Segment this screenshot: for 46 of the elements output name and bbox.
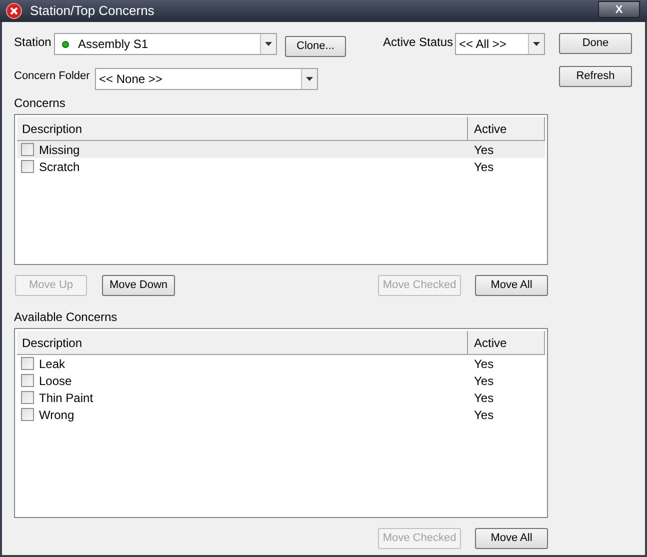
dropdown-field[interactable]: Assembly S1: [54, 33, 277, 55]
row-description: Missing: [39, 142, 81, 158]
row-description: Loose: [39, 372, 73, 390]
list-row[interactable]: Missing Yes: [17, 141, 545, 158]
row-active: Yes: [473, 356, 495, 372]
dropdown-field[interactable]: << None >>: [95, 68, 318, 90]
error-icon: [6, 3, 22, 19]
action-button[interactable]: Move All: [475, 528, 548, 549]
column-header[interactable]: Description: [17, 331, 468, 354]
dropdown-arrow-button[interactable]: [260, 34, 276, 54]
row-active: Yes: [473, 372, 495, 390]
checkbox[interactable]: [21, 357, 34, 370]
row-active: Yes: [473, 390, 495, 406]
action-button[interactable]: Refresh: [559, 66, 632, 87]
checkbox[interactable]: [21, 391, 34, 404]
field-label: Active Status: [383, 34, 454, 51]
checkbox[interactable]: [21, 408, 34, 421]
section-label: Available Concerns: [14, 310, 118, 325]
row-description: Scratch: [39, 158, 81, 176]
column-header[interactable]: Active: [468, 117, 545, 140]
column-header[interactable]: Active: [468, 331, 545, 354]
row-description: Wrong: [39, 406, 76, 424]
row-description: Thin Paint: [39, 390, 94, 406]
dropdown-arrow-button[interactable]: [301, 69, 317, 89]
row-active: Yes: [473, 142, 495, 158]
action-button[interactable]: Clone...: [285, 36, 346, 57]
dropdown-field[interactable]: << All >>: [455, 33, 545, 55]
action-button[interactable]: Done: [559, 33, 632, 54]
checkbox[interactable]: [21, 374, 34, 387]
field-label: Concern Folder: [14, 69, 91, 84]
close-button[interactable]: X: [598, 0, 640, 18]
window-title: Station/Top Concerns: [30, 2, 154, 20]
caret-down-icon: [265, 42, 272, 46]
action-button[interactable]: Move All: [475, 275, 548, 296]
action-button[interactable]: Move Down: [102, 275, 175, 296]
checkbox[interactable]: [21, 143, 34, 156]
checkbox[interactable]: [21, 160, 34, 173]
column-header[interactable]: Description: [17, 117, 468, 140]
dropdown-arrow-button[interactable]: [528, 34, 544, 54]
row-description: Leak: [39, 356, 66, 372]
section-label: Concerns: [14, 96, 66, 111]
caret-down-icon: [533, 42, 540, 46]
field-label: Station: [14, 34, 52, 51]
row-active: Yes: [473, 406, 495, 424]
row-active: Yes: [473, 158, 495, 176]
caret-down-icon: [306, 77, 313, 81]
